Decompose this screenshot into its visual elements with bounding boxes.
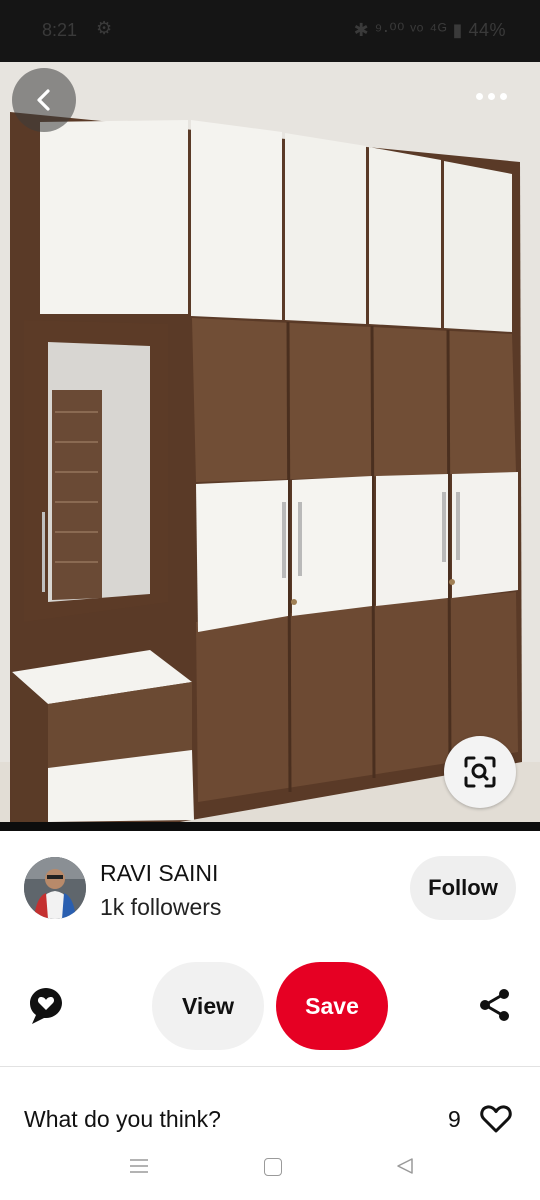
avatar-photo: [24, 857, 86, 919]
system-nav-bar: [0, 1142, 540, 1200]
follow-button[interactable]: Follow: [410, 856, 516, 920]
heart-icon[interactable]: [480, 1104, 512, 1134]
creator-row: RAVI SAINI 1k followers Follow: [24, 852, 524, 932]
comment-bubble-icon[interactable]: [28, 986, 64, 1026]
comment-prompt[interactable]: What do you think?: [24, 1106, 221, 1133]
more-horizontal-icon-dot: [500, 92, 507, 100]
creator-followers: 1k followers: [100, 894, 222, 920]
save-button[interactable]: Save: [276, 962, 388, 1050]
chevron-left-icon: [37, 89, 50, 111]
wardrobe-photo: [0, 62, 540, 830]
status-time: 8:21: [42, 20, 78, 40]
system-back-icon[interactable]: [396, 1157, 414, 1175]
recent-apps-icon[interactable]: [130, 1158, 148, 1174]
creator-avatar[interactable]: [24, 857, 86, 919]
status-indicators: ✱ ⁹·⁰⁰ ᵛᵒ ⁴ᴳ ▮ 44%: [353, 20, 506, 40]
more-horizontal-icon-dot: [488, 92, 495, 100]
status-bar: 8:21 ⚙ ✱ ⁹·⁰⁰ ᵛᵒ ⁴ᴳ ▮ 44%: [0, 0, 540, 62]
view-button[interactable]: View: [152, 962, 264, 1050]
more-horizontal-icon: [476, 92, 483, 100]
share-icon[interactable]: [478, 988, 512, 1022]
more-options-button[interactable]: [476, 84, 512, 108]
pin-image[interactable]: [0, 62, 540, 830]
visual-search-icon: [464, 756, 496, 788]
section-divider: [0, 1066, 540, 1067]
visual-search-button[interactable]: [444, 736, 516, 808]
image-bottom-edge: [0, 822, 540, 831]
back-button[interactable]: [12, 68, 76, 132]
status-settings-icon: ⚙: [96, 18, 113, 38]
creator-name[interactable]: RAVI SAINI: [100, 860, 218, 887]
home-icon[interactable]: [264, 1158, 282, 1176]
reaction-count: 9: [448, 1106, 461, 1132]
